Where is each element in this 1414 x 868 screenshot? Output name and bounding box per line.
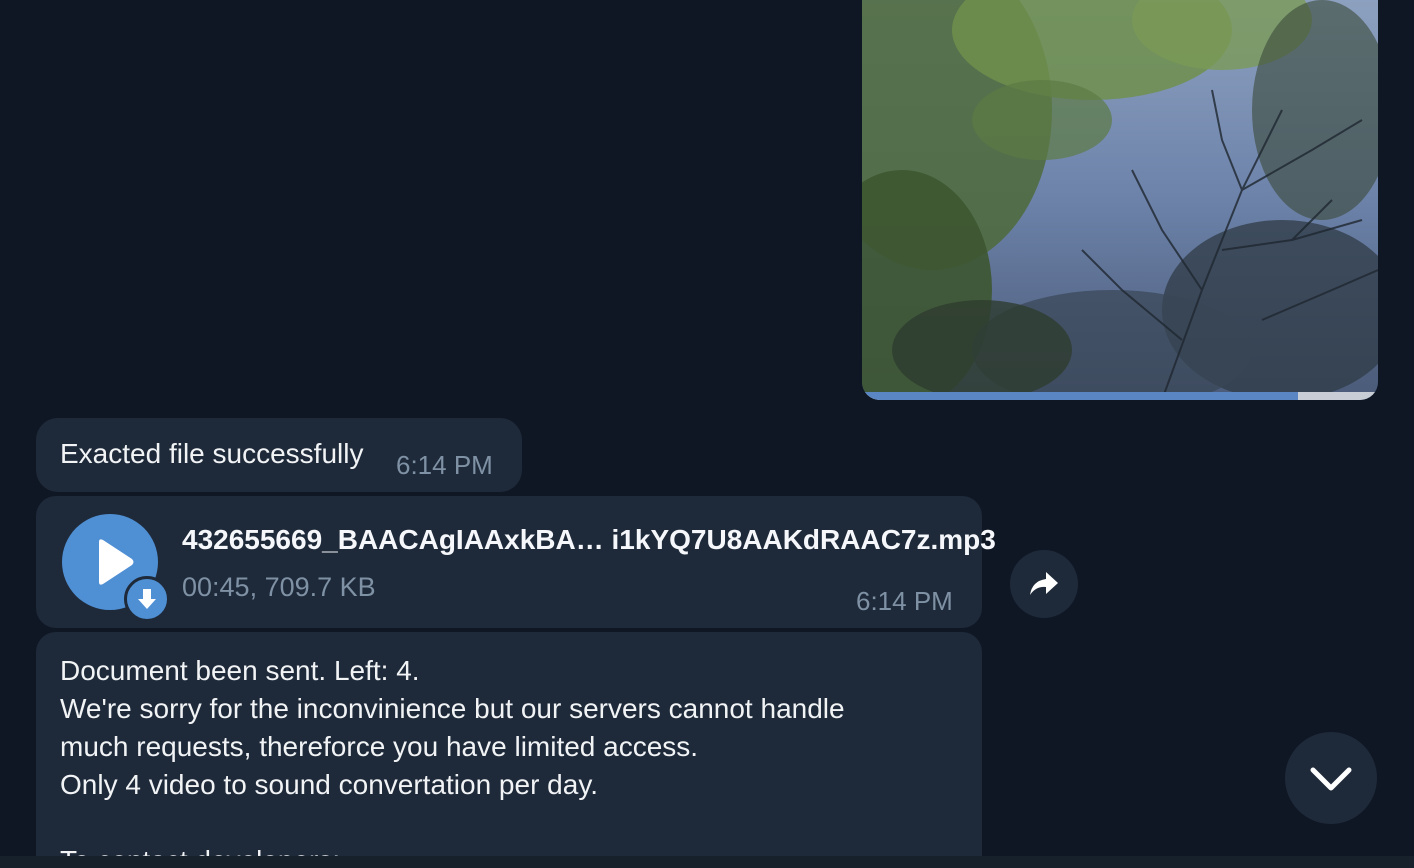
message-text: Exacted file successfully [60, 438, 364, 469]
video-progress-bar[interactable] [862, 392, 1378, 400]
composer-edge [0, 856, 1414, 868]
message-bubble-info: Document been sent. Left: 4. We're sorry… [36, 632, 982, 868]
video-thumbnail [862, 0, 1378, 400]
chevron-down-icon [1310, 767, 1352, 791]
message-line: much requests, thereforce you have limit… [60, 731, 699, 762]
file-meta: 00:45, 709.7 KB [182, 572, 376, 602]
file-name[interactable]: 432655669_BAACAgIAAxkBA… i1kYQ7U8AAKdRAA… [182, 524, 996, 556]
video-message[interactable] [862, 0, 1378, 400]
message-line: We're sorry for the inconvinience but ou… [60, 693, 845, 724]
video-progress-fill [862, 392, 1299, 400]
message-line-empty [60, 804, 845, 842]
message-time: 6:14 PM [396, 450, 493, 480]
download-button[interactable] [124, 576, 170, 622]
download-icon [138, 589, 156, 609]
line-text: Document been sent. Left: [60, 655, 397, 686]
remaining-count: 4 [396, 655, 412, 686]
message-text: Document been sent. Left: 4. We're sorry… [60, 652, 845, 868]
message-bubble-status: Exacted file successfully 6:14 PM [36, 418, 522, 492]
message-line: Document been sent. Left: 4. [60, 652, 845, 690]
message-time: 6:14 PM [856, 586, 953, 616]
line-text: . [411, 655, 420, 686]
chat-area: Exacted file successfully 6:14 PM 432655… [0, 0, 1414, 868]
scroll-down-button[interactable] [1285, 732, 1377, 824]
message-line: Only 4 video to sound convertation per d… [60, 769, 599, 800]
audio-file-message: 432655669_BAACAgIAAxkBA… i1kYQ7U8AAKdRAA… [36, 496, 996, 628]
share-button[interactable] [1010, 550, 1078, 618]
share-icon [1030, 572, 1058, 595]
